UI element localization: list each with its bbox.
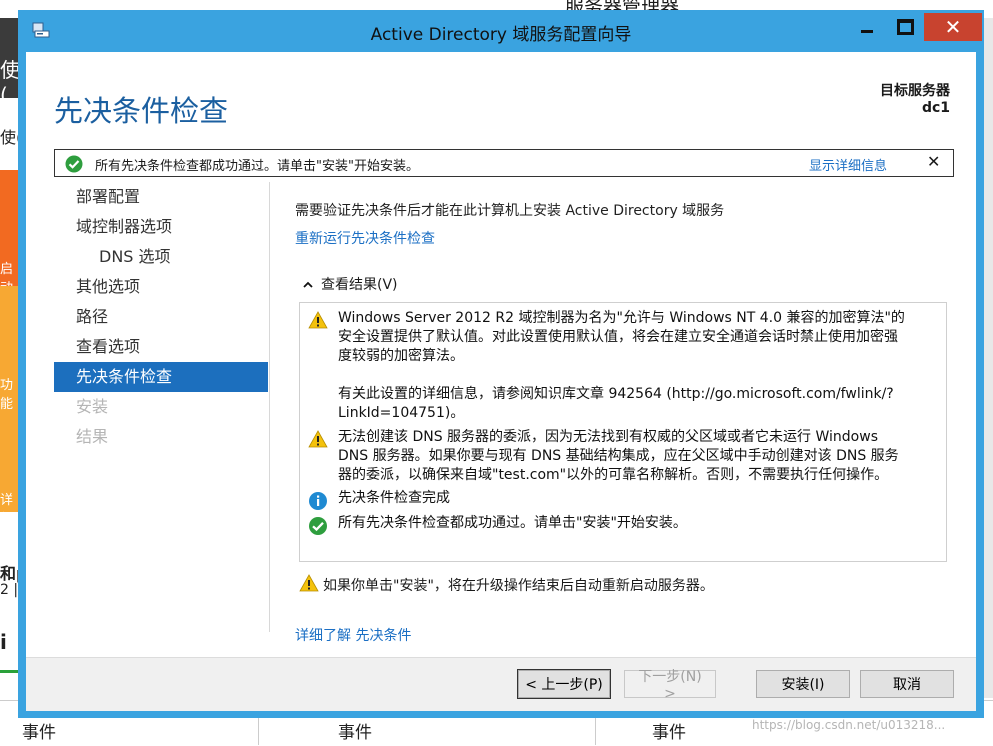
- nav-item-deployment-config[interactable]: 部署配置: [54, 182, 268, 212]
- close-window-button[interactable]: ✕: [924, 13, 982, 41]
- window-title: Active Directory 域服务配置向导: [370, 25, 632, 45]
- notification-bar: 所有先决条件检查都成功通过。请单击"安装"开始安装。 显示详细信息 ✕: [54, 149, 954, 177]
- result-message: 无法创建该 DNS 服务器的委派，因为无法找到有权威的父区域或者它未运行 Win…: [338, 428, 943, 485]
- install-button[interactable]: 安装(I): [756, 670, 850, 698]
- bg-green-line: [0, 670, 20, 673]
- nav-item-dc-options[interactable]: 域控制器选项: [54, 212, 268, 242]
- nav-item-installation: 安装: [76, 397, 109, 416]
- content-panel: 需要验证先决条件后才能在此计算机上安装 Active Directory 域服务…: [295, 200, 955, 293]
- view-results-label: 查看结果(V): [321, 277, 398, 293]
- page-title: 先决条件检查: [54, 94, 229, 128]
- list-item: 无法创建该 DNS 服务器的委派，因为无法找到有权威的父区域或者它未运行 Win…: [308, 428, 938, 486]
- list-item: 所有先决条件检查都成功通过。请单击"安装"开始安装。: [308, 514, 938, 536]
- previous-button[interactable]: < 上一步(P): [517, 669, 611, 699]
- result-line: [338, 366, 943, 385]
- bg-fragment: 2 |: [0, 582, 19, 598]
- bg-fragment: i: [0, 630, 7, 654]
- rerun-prerequisites-link[interactable]: 重新运行先决条件检查: [295, 228, 435, 248]
- result-line: 度较弱的加密算法。: [338, 348, 464, 364]
- warning-icon: [299, 574, 319, 596]
- nav-item-dns-options[interactable]: DNS 选项: [54, 242, 268, 272]
- info-icon: [308, 491, 328, 515]
- warning-icon: [308, 311, 328, 333]
- target-server-label: 目标服务器: [880, 83, 950, 99]
- result-line: 安全设置提供了默认值。对此设置使用默认值，将会在建立安全通道会话时禁止使用加密强: [338, 329, 898, 345]
- wizard-footer: < 上一步(P) 下一步(N) > 安装(I) 取消: [26, 657, 976, 711]
- next-button: 下一步(N) >: [624, 669, 716, 702]
- bg-orange-tile: 启动: [0, 170, 20, 296]
- list-item: Windows Server 2012 R2 域控制器为名为"允许与 Windo…: [308, 309, 938, 421]
- nav-item-results: 结果: [76, 427, 109, 446]
- results-list: Windows Server 2012 R2 域控制器为名为"允许与 Windo…: [299, 302, 947, 562]
- bg-fragment: 功能: [0, 378, 14, 412]
- ad-ds-config-wizard-window: Active Directory 域服务配置向导 ✕ 先决条件检查 目标服务器 …: [18, 10, 984, 718]
- wizard-client-area: 先决条件检查 目标服务器 dc1 所有先决条件检查都成功通过。请单击"安装"开始…: [26, 52, 976, 711]
- bg-fragment: 使(: [0, 58, 20, 107]
- result-line: 先决条件检查完成: [338, 490, 450, 506]
- target-server-value: dc1: [921, 100, 950, 116]
- description-text: 需要验证先决条件后才能在此计算机上安装 Active Directory 域服务: [295, 203, 725, 219]
- success-icon: [308, 516, 328, 540]
- wizard-nav: 部署配置 域控制器选项 DNS 选项 其他选项 路径 查看选项 先决条件检查 安…: [54, 182, 268, 452]
- cancel-button[interactable]: 取消: [860, 670, 954, 698]
- view-results-toggle[interactable]: 查看结果(V): [303, 274, 398, 294]
- nav-item-paths[interactable]: 路径: [54, 302, 268, 332]
- nav-item-prerequisites-check[interactable]: 先决条件检查: [54, 362, 268, 392]
- bg-events-column: 事件: [22, 723, 56, 743]
- success-icon: [65, 155, 83, 177]
- close-icon[interactable]: ✕: [927, 152, 940, 171]
- nav-divider: [269, 182, 270, 632]
- title-bar[interactable]: Active Directory 域服务配置向导 ✕: [18, 10, 984, 52]
- maximize-button[interactable]: [890, 13, 920, 41]
- bg-fragment: 详细: [0, 493, 14, 527]
- result-message: 所有先决条件检查都成功通过。请单击"安装"开始安装。: [338, 514, 943, 533]
- result-line: 器的委派，以确保来自域"test.com"以外的可靠名称解析。否则，不需要执行任…: [338, 467, 889, 483]
- minimize-button[interactable]: [852, 13, 882, 41]
- nav-item-review-options[interactable]: 查看选项: [54, 332, 268, 362]
- bg-yellow-tile: 功能 详细: [0, 286, 20, 527]
- result-line: DNS 服务器。如果你要与现有 DNS 基础结构集成，应在父区域中手动创建对该 …: [338, 448, 899, 464]
- bg-dark-strip: 使(: [0, 18, 20, 107]
- nav-item-additional-options[interactable]: 其他选项: [54, 272, 268, 302]
- result-message: Windows Server 2012 R2 域控制器为名为"允许与 Windo…: [338, 309, 943, 423]
- chevron-up-icon: [303, 278, 313, 292]
- reboot-warning-text: 如果你单击"安装"，将在升级操作结束后自动重新启动服务器。: [323, 578, 714, 594]
- result-message: 先决条件检查完成: [338, 489, 943, 508]
- bg-right-strip: [984, 18, 993, 698]
- warning-icon: [308, 430, 328, 452]
- result-line: Windows Server 2012 R2 域控制器为名为"允许与 Windo…: [338, 310, 905, 326]
- result-line: 有关此设置的详细信息，请参阅知识库文章 942564 (http://go.mi…: [338, 386, 894, 402]
- watermark: https://blog.csdn.net/u013218...: [752, 718, 946, 732]
- bg-events-column: 事件: [652, 723, 686, 743]
- notification-text: 所有先决条件检查都成功通过。请单击"安装"开始安装。: [95, 159, 419, 174]
- list-item: 先决条件检查完成: [308, 489, 938, 511]
- bg-events-column: 事件: [338, 723, 372, 743]
- show-details-link[interactable]: 显示详细信息: [809, 155, 887, 174]
- result-line: LinkId=104751)。: [338, 405, 465, 421]
- learn-more-prerequisites-link[interactable]: 详细了解 先决条件: [295, 625, 411, 645]
- result-line: 所有先决条件检查都成功通过。请单击"安装"开始安装。: [338, 515, 687, 531]
- result-line: 无法创建该 DNS 服务器的委派，因为无法找到有权威的父区域或者它未运行 Win…: [338, 429, 878, 445]
